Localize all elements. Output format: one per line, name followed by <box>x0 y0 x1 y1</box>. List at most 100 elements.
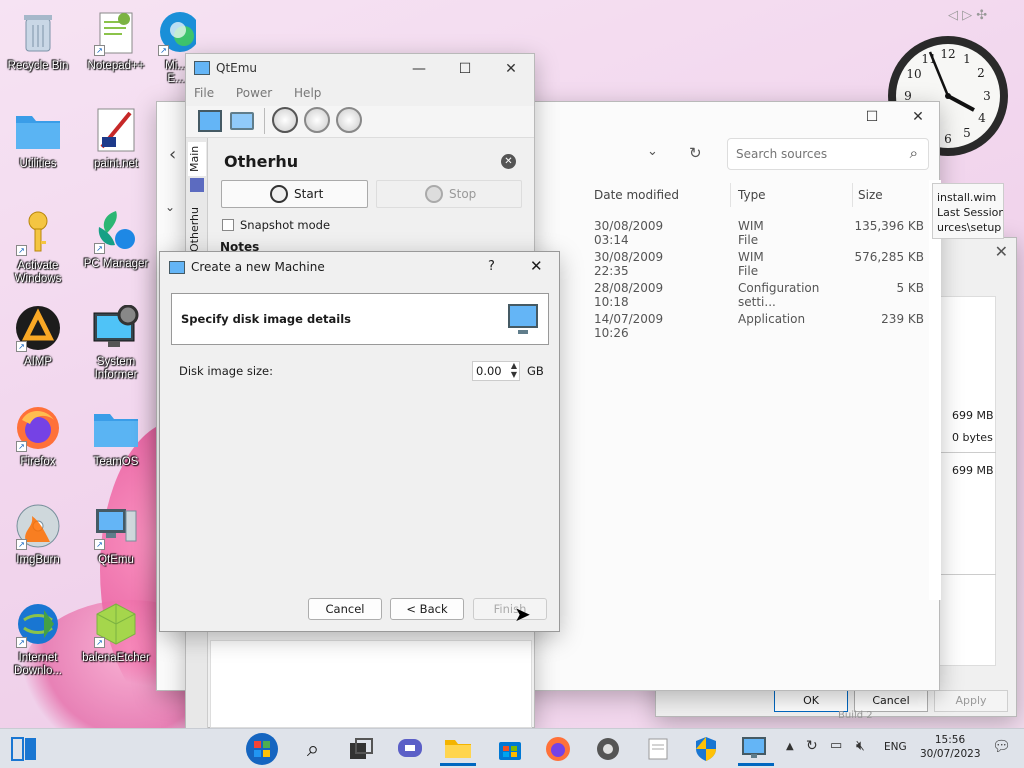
stop-button[interactable]: Stop <box>376 180 522 208</box>
file-size: 239 KB <box>881 312 924 326</box>
stop-icon[interactable] <box>304 107 330 133</box>
network-icon[interactable]: ▭ <box>830 738 842 753</box>
ok-button[interactable]: OK <box>774 690 848 712</box>
shortcut-arrow-icon: ↗ <box>16 341 27 352</box>
menu-help[interactable]: Help <box>294 86 321 100</box>
used-space-value: 699 MB <box>952 464 994 477</box>
spin-arrows-icon[interactable]: ▲ ▼ <box>511 361 517 379</box>
new-machine-icon[interactable] <box>198 110 222 132</box>
volume-icon[interactable]: 🔇︎ <box>856 738 865 754</box>
stop-icon <box>425 185 443 203</box>
desktop-icon-pc-manager[interactable]: ↗ PC Manager <box>78 206 154 271</box>
notepad-icon[interactable] <box>640 732 676 766</box>
dialog-title: Create a new Machine <box>191 260 325 274</box>
desktop-icon-system-informer[interactable]: System Informer <box>78 304 154 382</box>
back-button[interactable]: < Back <box>390 598 464 620</box>
folder-icon <box>14 106 62 154</box>
search-input[interactable] <box>736 145 896 163</box>
tab-otherhu[interactable]: Otherhu <box>188 204 206 256</box>
reset-icon[interactable] <box>336 107 362 133</box>
language-indicator[interactable]: ENG <box>884 741 907 753</box>
desktop-icon-label: TeamOS <box>93 456 139 468</box>
desktop-icon-balena-etcher[interactable]: ↗ balenaEtcher <box>78 600 154 665</box>
close-icon[interactable]: ✕ <box>488 54 534 84</box>
desktop-icon-paintnet[interactable]: paint.net <box>78 106 154 171</box>
desktop-icon-activate-windows[interactable]: ↗ Activate Windows <box>0 208 76 286</box>
store-icon[interactable] <box>492 732 528 766</box>
disk-size-value: 0.00 <box>476 364 502 378</box>
clock[interactable]: 15:56 30/07/2023 <box>920 733 981 761</box>
desktop-icon-qtemu[interactable]: ↗ QtEmu <box>78 502 154 567</box>
refresh-icon[interactable]: ↻ <box>689 144 702 162</box>
qtemu-icon[interactable] <box>738 732 774 766</box>
desktop-icon-notepad-plus-plus[interactable]: ↗ Notepad++ <box>78 8 154 73</box>
desktop-icon-label: QtEmu <box>98 554 134 566</box>
desktop-icon-imgburn[interactable]: ↗ ImgBurn <box>0 502 76 567</box>
close-icon[interactable]: ✕ <box>530 257 543 275</box>
system-informer-icon <box>92 304 140 352</box>
notepad-plus-plus-icon: ↗ <box>92 8 140 56</box>
create-machine-dialog[interactable]: Create a new Machine ? ✕ Specify disk im… <box>159 251 560 632</box>
shortcut-arrow-icon: ↗ <box>94 243 105 254</box>
disk-size-label: Disk image size: <box>179 364 274 378</box>
search-box[interactable]: ⌕ <box>727 138 929 170</box>
tab-main[interactable]: Main <box>188 142 206 176</box>
clock-gadget-controls[interactable]: ◁ ▷ ✣ <box>948 8 987 23</box>
close-icon[interactable]: ✕ <box>895 102 941 132</box>
settings-icon[interactable] <box>590 732 626 766</box>
power-icon[interactable] <box>272 107 298 133</box>
chat-icon[interactable] <box>392 732 428 766</box>
shortcut-arrow-icon: ↗ <box>16 637 27 648</box>
start-button[interactable]: Start <box>221 180 368 208</box>
menu-file[interactable]: File <box>194 86 214 100</box>
start-icon[interactable] <box>244 732 280 766</box>
cancel-button[interactable]: Cancel <box>854 690 928 712</box>
maximize-icon[interactable]: ☐ <box>849 102 895 132</box>
column-header-size[interactable]: Size <box>858 183 883 207</box>
sync-icon[interactable]: ↻ <box>806 738 818 754</box>
etcher-icon: ↗ <box>92 600 140 648</box>
notes-area[interactable] <box>210 640 532 728</box>
file-type: Application <box>738 312 806 326</box>
column-header-date-modified[interactable]: Date modified <box>594 183 679 207</box>
notification-icon[interactable]: 💬︎ <box>992 737 1011 755</box>
snapshot-label: Snapshot mode <box>240 218 331 232</box>
chevron-down-icon[interactable]: ⌄ <box>647 144 658 159</box>
paintnet-icon <box>92 106 140 154</box>
minimize-icon[interactable]: — <box>396 54 442 84</box>
desktop-icon-aimp[interactable]: ↗ AIMP <box>0 304 76 369</box>
column-header-type[interactable]: Type <box>738 183 766 207</box>
back-arrow-icon[interactable]: ‹ <box>169 144 176 165</box>
maximize-icon[interactable]: ☐ <box>442 54 488 84</box>
file-size: 135,396 KB <box>854 219 924 233</box>
help-button[interactable]: ? <box>488 259 495 274</box>
widgets-icon[interactable] <box>6 732 42 766</box>
chevron-down-icon[interactable]: ⌄ <box>165 200 175 214</box>
menu-power[interactable]: Power <box>236 86 272 100</box>
task-view-icon[interactable] <box>343 732 379 766</box>
cancel-button[interactable]: Cancel <box>308 598 382 620</box>
desktop-icon-recycle-bin[interactable]: Recycle Bin <box>0 8 76 73</box>
close-icon[interactable]: ✕ <box>995 242 1008 261</box>
apply-button[interactable]: Apply <box>934 690 1008 712</box>
desktop-icon-utilities[interactable]: Utilities <box>0 106 76 171</box>
desktop-icon-firefox[interactable]: ↗ Firefox <box>0 404 76 469</box>
desktop-icon-label: ImgBurn <box>16 554 60 566</box>
snapshot-checkbox[interactable] <box>222 219 234 231</box>
disk-size-spinbox[interactable]: 0.00 ▲ ▼ <box>472 361 520 381</box>
key-icon: ↗ <box>14 208 62 256</box>
chevron-up-icon[interactable]: ▲ <box>786 741 794 752</box>
wizard-header-title: Specify disk image details <box>181 312 351 326</box>
desktop-icon-internet-download-manager[interactable]: ↗ Internet Downlo... <box>0 600 76 678</box>
desktop-icon-label: Recycle Bin <box>7 60 69 72</box>
security-icon[interactable] <box>688 732 724 766</box>
unit-label: GB <box>527 364 544 378</box>
file-explorer-icon[interactable] <box>440 732 476 766</box>
firefox-icon[interactable] <box>540 732 576 766</box>
finish-button[interactable]: Finish <box>473 598 547 620</box>
search-icon[interactable]: ⌕ <box>295 732 331 766</box>
desktop-icon-teamos[interactable]: TeamOS <box>78 404 154 469</box>
size-value: 699 MB <box>952 409 994 422</box>
open-machine-icon[interactable] <box>230 112 254 130</box>
close-tab-icon[interactable]: ✕ <box>501 154 516 169</box>
